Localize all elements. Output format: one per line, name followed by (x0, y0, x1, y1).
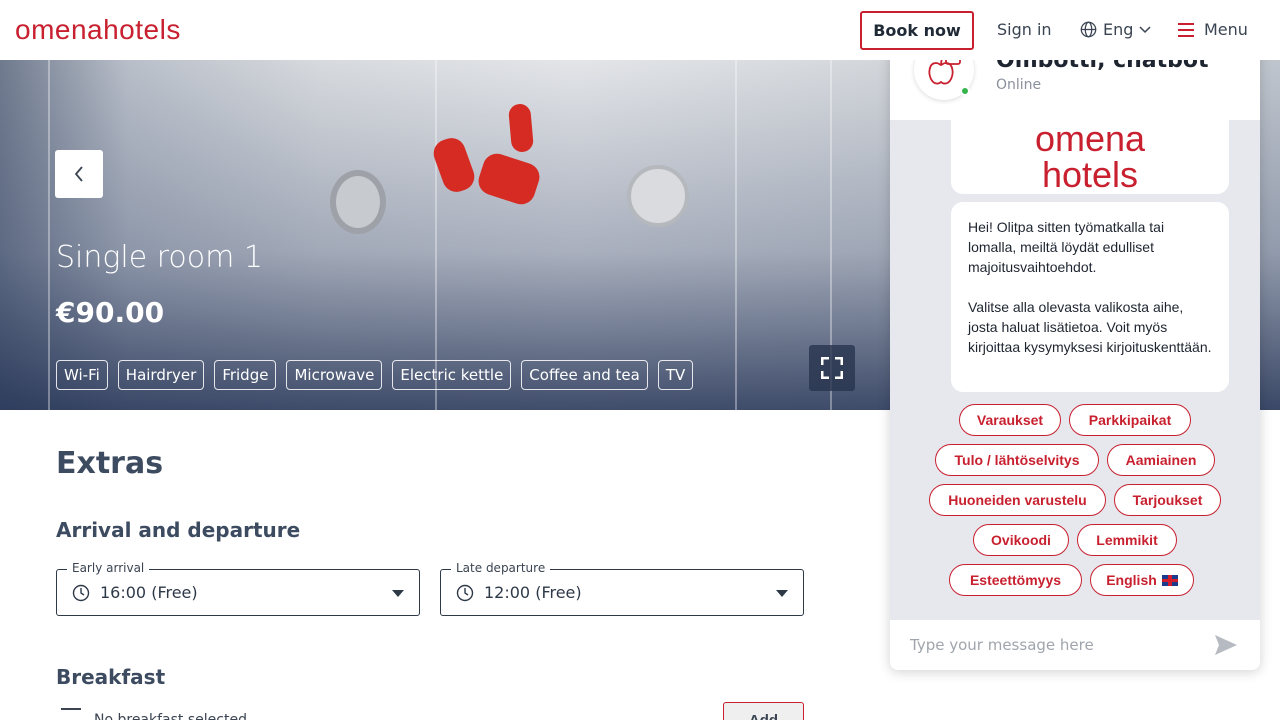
breakfast-status: No breakfast selected (94, 712, 247, 720)
amenity-tag: Microwave (286, 360, 383, 390)
uk-flag-icon (1161, 574, 1178, 586)
sign-in-link[interactable]: Sign in (997, 20, 1052, 39)
bot-status: Online (996, 77, 1042, 93)
chat-message-input[interactable] (910, 636, 1200, 654)
bot-message: Hei! Olitpa sitten työmatkalla tai lomal… (951, 202, 1229, 392)
chip-esteettomyys[interactable]: Esteettömyys (949, 564, 1082, 596)
expand-icon (821, 357, 843, 379)
book-now-button[interactable]: Book now (860, 11, 974, 50)
late-departure-label: Late departure (451, 561, 551, 575)
clock-icon (72, 584, 90, 601)
chip-tarjoukset[interactable]: Tarjoukset (1114, 484, 1221, 516)
language-selector[interactable]: Eng (1080, 20, 1151, 39)
extras-heading: Extras (56, 446, 164, 481)
chevron-down-icon (1139, 25, 1151, 33)
hairdryer-illustration (507, 103, 535, 153)
menu-label: Menu (1204, 20, 1248, 39)
room-title: Single room 1 (56, 240, 263, 275)
chip-english-label: English (1106, 572, 1157, 588)
language-label: Eng (1103, 20, 1134, 39)
send-icon[interactable] (1214, 634, 1238, 656)
previous-image-button[interactable] (55, 150, 103, 198)
amenity-tag: Electric kettle (392, 360, 512, 390)
breakfast-icon (61, 708, 81, 720)
late-departure-select[interactable]: Late departure 12:00 (Free) (440, 561, 804, 616)
hairdryer-illustration (429, 134, 479, 196)
amenity-tag: Fridge (214, 360, 277, 390)
chat-logo-line1: omena (1034, 118, 1146, 159)
menu-button[interactable]: Menu (1178, 20, 1248, 39)
wall-hook-illustration (330, 170, 386, 234)
chip-english[interactable]: English (1090, 564, 1194, 596)
arrival-departure-heading: Arrival and departure (56, 518, 301, 542)
caret-down-icon (392, 590, 404, 597)
early-arrival-select[interactable]: Early arrival 16:00 (Free) (56, 561, 420, 616)
add-breakfast-button[interactable]: Add (723, 702, 804, 720)
clock-icon (456, 584, 474, 601)
chat-logo-card: omena hotels (951, 120, 1229, 194)
amenity-list: Wi-Fi Hairdryer Fridge Microwave Electri… (56, 360, 694, 390)
omenahotels-logo[interactable]: omenahotels (15, 14, 181, 46)
early-arrival-label: Early arrival (67, 561, 150, 575)
chip-lemmikit[interactable]: Lemmikit (1077, 524, 1177, 556)
amenity-tag: Wi-Fi (56, 360, 108, 390)
bot-message-text: Valitse alla olevasta valikosta aihe, jo… (968, 299, 1212, 355)
hamburger-icon (1178, 22, 1194, 37)
chatbot-panel: Ombotti, chatbot Online omena hotels Hei… (890, 20, 1260, 670)
hairdryer-illustration (474, 150, 544, 208)
chat-logo-line2: hotels (1041, 154, 1139, 195)
chip-parkkipaikat[interactable]: Parkkipaikat (1069, 404, 1191, 436)
room-price: €90.00 (56, 296, 165, 329)
site-header: omenahotels Book now Sign in Eng Menu (0, 0, 1280, 60)
chip-aamiainen[interactable]: Aamiainen (1107, 444, 1215, 476)
late-departure-value: 12:00 (Free) (484, 583, 582, 602)
amenity-tag: Hairdryer (117, 360, 205, 390)
fullscreen-button[interactable] (809, 345, 855, 391)
chip-huoneiden-varustelu[interactable]: Huoneiden varustelu (929, 484, 1106, 516)
chip-tulo-lahtoselvitys[interactable]: Tulo / lähtöselvitys (935, 444, 1099, 476)
online-status-dot (960, 86, 970, 96)
bot-message-text: Hei! Olitpa sitten työmatkalla tai lomal… (968, 219, 1165, 275)
breakfast-heading: Breakfast (56, 665, 166, 689)
globe-icon (1080, 21, 1097, 38)
chat-input-bar (890, 620, 1260, 670)
chip-ovikoodi[interactable]: Ovikoodi (973, 524, 1069, 556)
amenity-tag: Coffee and tea (521, 360, 648, 390)
amenity-tag: TV (657, 360, 694, 390)
chevron-left-icon (74, 166, 83, 182)
chip-varaukset[interactable]: Varaukset (959, 404, 1061, 436)
early-arrival-value: 16:00 (Free) (100, 583, 198, 602)
flush-plate-illustration (627, 165, 689, 227)
caret-down-icon (776, 590, 788, 597)
